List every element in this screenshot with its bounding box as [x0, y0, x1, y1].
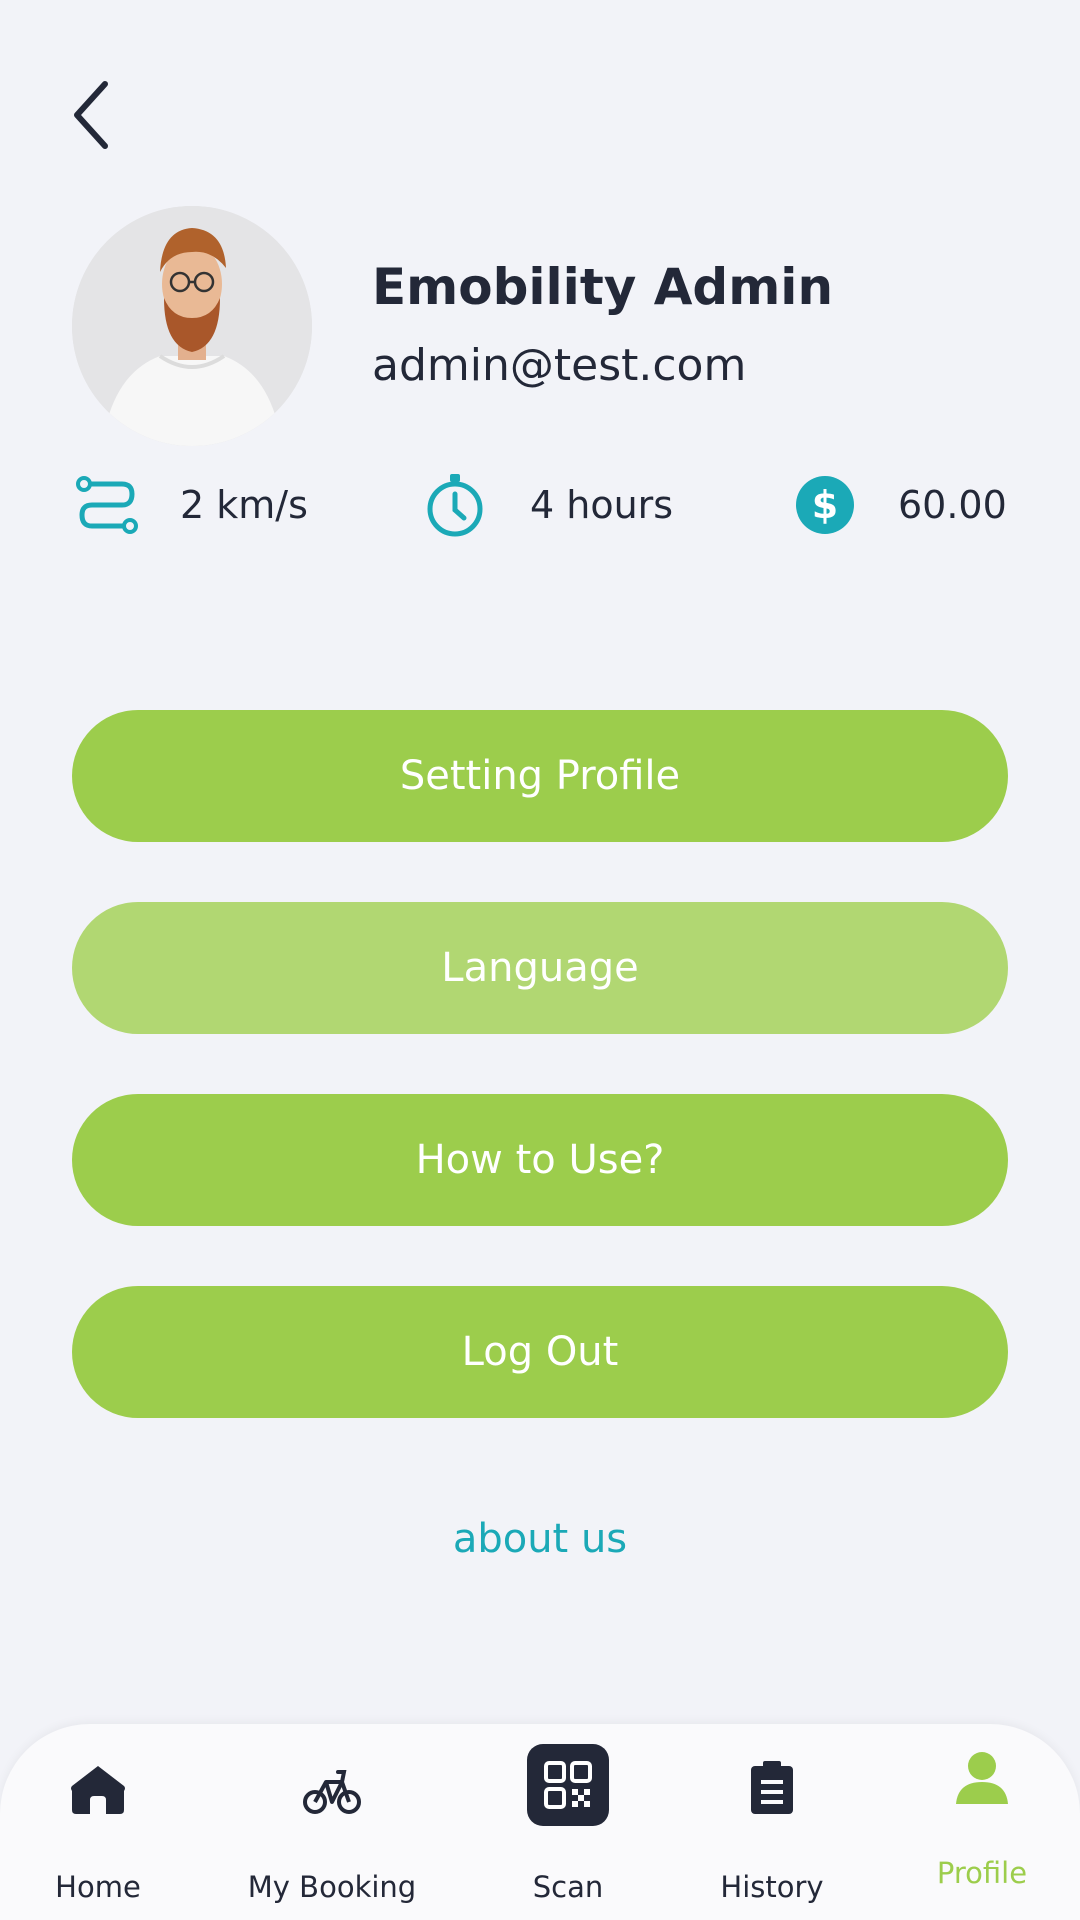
back-button[interactable] [56, 70, 126, 160]
nav-label-scan: Scan [532, 1870, 604, 1904]
stat-balance: $ 60.00 [788, 468, 1007, 542]
qr-code-icon [527, 1744, 609, 1826]
nav-label-my-booking: My Booking [247, 1870, 417, 1904]
stat-distance: 2 km/s [70, 468, 308, 542]
bottom-nav: Home My Booking Scan History Profile [0, 1724, 1080, 1920]
clipboard-icon [749, 1760, 795, 1816]
user-name: Emobility Admin [372, 258, 834, 316]
nav-item-profile[interactable]: Profile [908, 1724, 1056, 1920]
chevron-left-icon [74, 81, 108, 149]
home-icon [70, 1764, 126, 1816]
bicycle-icon [302, 1764, 362, 1816]
profile-screen: Emobility Admin admin@test.com 2 km/s 4 … [0, 0, 1080, 1920]
nav-label-home: Home [55, 1870, 141, 1904]
about-us-link[interactable]: about us [0, 1516, 1080, 1562]
stopwatch-icon [418, 468, 492, 542]
route-icon [70, 468, 144, 542]
balance-value: 60.00 [898, 483, 1007, 527]
user-email: admin@test.com [372, 340, 747, 391]
distance-value: 2 km/s [180, 483, 308, 527]
avatar [72, 206, 312, 446]
user-icon [954, 1750, 1010, 1806]
how-to-use-button[interactable]: How to Use? [72, 1094, 1008, 1226]
setting-profile-button[interactable]: Setting Profile [72, 710, 1008, 842]
nav-item-scan[interactable]: Scan [494, 1724, 642, 1920]
log-out-button[interactable]: Log Out [72, 1286, 1008, 1418]
time-value: 4 hours [530, 483, 674, 527]
svg-text:$: $ [812, 483, 838, 527]
nav-item-home[interactable]: Home [24, 1724, 172, 1920]
stat-time: 4 hours [418, 468, 673, 542]
dollar-coin-icon: $ [788, 468, 862, 542]
nav-item-my-booking[interactable]: My Booking [232, 1724, 432, 1920]
nav-label-profile: Profile [936, 1856, 1028, 1890]
nav-item-history[interactable]: History [698, 1724, 846, 1920]
nav-label-history: History [720, 1870, 824, 1904]
language-button[interactable]: Language [72, 902, 1008, 1034]
